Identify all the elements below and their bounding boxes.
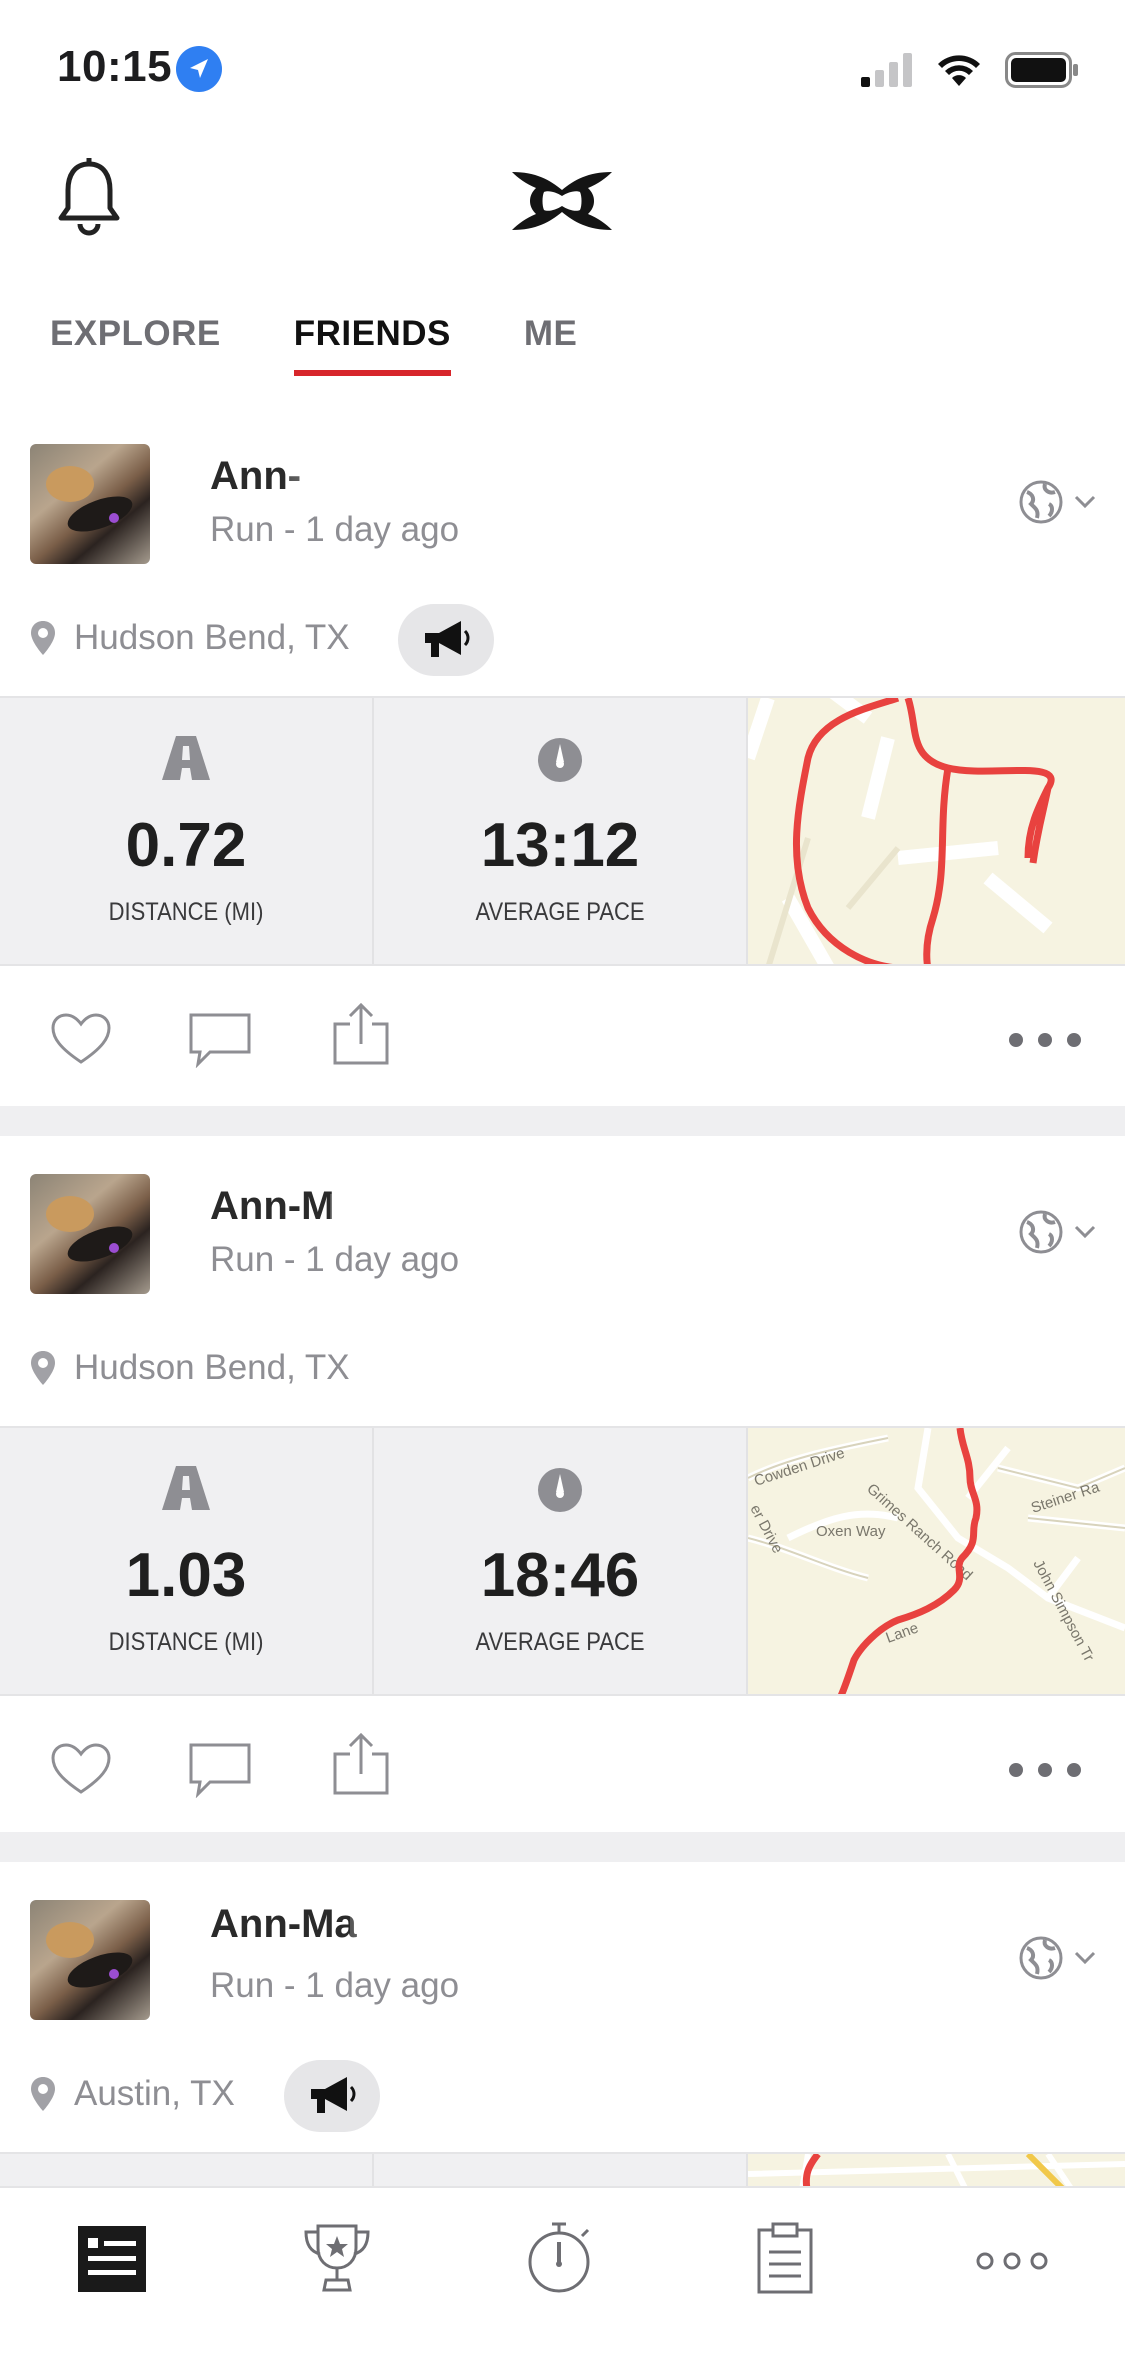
distance-stat: 1.03 DISTANCE (MI) — [0, 1428, 374, 1694]
route-map[interactable] — [748, 698, 1125, 964]
heart-icon[interactable] — [50, 1742, 112, 1796]
globe-icon — [1019, 480, 1063, 524]
map-label: Oxen Way — [816, 1523, 886, 1540]
stopwatch-icon[interactable] — [526, 2220, 596, 2294]
activity-card[interactable]: Ann-M Run - 1 day ago Hudson Bend, TX 1.… — [0, 1136, 1125, 1832]
tab-me[interactable]: ME — [524, 314, 578, 354]
action-bar — [0, 966, 1125, 1116]
pace-stat: 18:46 AVERAGE PACE — [374, 1428, 748, 1694]
map-label: er Drive — [748, 1502, 786, 1556]
location-row: Hudson Bend, TX — [30, 1348, 350, 1388]
location-text: Austin, TX — [74, 2074, 235, 2113]
redaction — [350, 1912, 600, 1938]
activity-subtitle: Run - 1 day ago — [210, 510, 460, 549]
under-armour-logo — [506, 168, 618, 234]
status-indicators — [861, 52, 1079, 88]
more-tab-icon[interactable] — [976, 2252, 1048, 2270]
location-text: Hudson Bend, TX — [74, 618, 350, 657]
share-icon[interactable] — [332, 1732, 390, 1796]
status-bar: 10:15 — [0, 0, 1125, 135]
distance-value: 1.03 — [125, 1541, 247, 1610]
location-pin-icon — [31, 621, 55, 655]
avatar[interactable] — [30, 1900, 150, 2020]
distance-label: DISTANCE (MI) — [108, 898, 264, 926]
more-icon[interactable] — [1008, 1762, 1082, 1778]
road-icon — [162, 736, 210, 780]
megaphone-icon — [425, 621, 470, 657]
shoutout-badge[interactable] — [398, 604, 494, 676]
bottom-tab-bar — [0, 2186, 1125, 2364]
athlete-name[interactable]: Ann-M — [210, 1184, 334, 1229]
activity-subtitle: Run - 1 day ago — [210, 1240, 460, 1279]
avatar[interactable] — [30, 444, 150, 564]
privacy-menu[interactable] — [1019, 1210, 1097, 1254]
tab-explore[interactable]: EXPLORE — [50, 314, 221, 354]
stats-row[interactable]: 1.03 DISTANCE (MI) 18:46 AVERAGE PACE Co… — [0, 1426, 1125, 1696]
location-row: Austin, TX — [30, 2074, 235, 2114]
activity-feed[interactable]: Ann- Run - 1 day ago Hudson Bend, TX 0.7… — [0, 406, 1125, 2272]
heart-icon[interactable] — [50, 1012, 112, 1066]
avatar[interactable] — [30, 1174, 150, 1294]
shoutout-badge[interactable] — [284, 2060, 380, 2132]
status-time: 10:15 — [57, 42, 173, 91]
comment-icon[interactable] — [188, 1012, 252, 1068]
pace-label: AVERAGE PACE — [475, 1628, 645, 1656]
globe-icon — [1019, 1936, 1063, 1980]
megaphone-icon — [311, 2077, 356, 2113]
athlete-name[interactable]: Ann-Ma — [210, 1902, 357, 1947]
redaction — [330, 1194, 610, 1220]
location-services-icon — [176, 46, 222, 92]
activity-subtitle: Run - 1 day ago — [210, 1966, 460, 2005]
chevron-down-icon — [1074, 1225, 1096, 1239]
distance-stat: 0.72 DISTANCE (MI) — [0, 698, 374, 964]
share-icon[interactable] — [332, 1002, 390, 1066]
chevron-down-icon — [1074, 1951, 1096, 1965]
pace-value: 18:46 — [480, 1541, 640, 1610]
route-map[interactable]: Cowden Drive Grimes Ranch Road Oxen Way … — [748, 1428, 1125, 1694]
more-icon[interactable] — [1008, 1032, 1082, 1048]
privacy-menu[interactable] — [1019, 480, 1097, 524]
pace-value: 13:12 — [480, 811, 640, 880]
distance-label: DISTANCE (MI) — [108, 1628, 264, 1656]
feed-tabs: EXPLORE FRIENDS ME — [50, 314, 650, 376]
stats-row[interactable]: 0.72 DISTANCE (MI) 13:12 AVERAGE PACE — [0, 696, 1125, 966]
redaction — [290, 464, 640, 490]
cellular-signal-icon — [861, 53, 912, 87]
location-pin-icon — [31, 2077, 55, 2111]
location-row: Hudson Bend, TX — [30, 618, 350, 658]
speedometer-icon — [538, 738, 582, 782]
trophy-icon[interactable] — [302, 2222, 372, 2294]
road-icon — [162, 1466, 210, 1510]
pace-label: AVERAGE PACE — [475, 898, 645, 926]
chevron-down-icon — [1074, 495, 1096, 509]
location-text: Hudson Bend, TX — [74, 1348, 350, 1387]
clipboard-icon[interactable] — [756, 2222, 814, 2294]
distance-value: 0.72 — [125, 811, 247, 880]
speedometer-icon — [538, 1468, 582, 1512]
tab-friends[interactable]: FRIENDS — [293, 314, 452, 376]
bell-icon[interactable] — [56, 158, 122, 236]
athlete-name[interactable]: Ann- — [210, 454, 301, 499]
privacy-menu[interactable] — [1019, 1936, 1097, 1980]
pace-stat: 13:12 AVERAGE PACE — [374, 698, 748, 964]
action-bar — [0, 1696, 1125, 1846]
battery-icon — [1005, 52, 1078, 88]
globe-icon — [1019, 1210, 1063, 1254]
comment-icon[interactable] — [188, 1742, 252, 1798]
activity-card[interactable]: Ann- Run - 1 day ago Hudson Bend, TX 0.7… — [0, 406, 1125, 1106]
feed-icon[interactable] — [78, 2226, 146, 2292]
location-pin-icon — [31, 1351, 55, 1385]
wifi-icon — [938, 55, 980, 86]
